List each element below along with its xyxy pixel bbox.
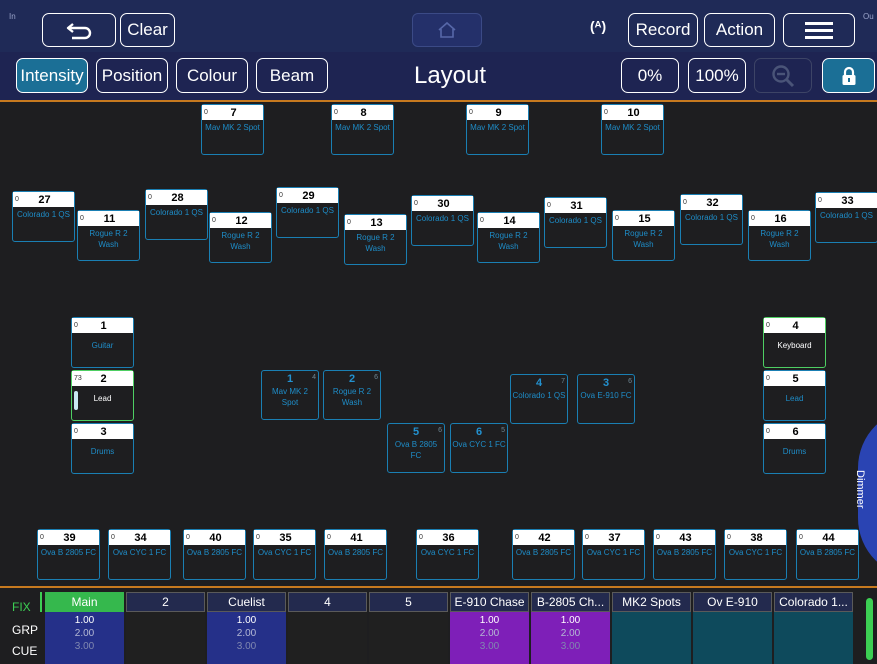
side-indicator xyxy=(40,592,42,612)
fixture-8[interactable]: 0 8 Mav MK 2 Spot xyxy=(331,104,394,155)
tab-intensity[interactable]: Intensity xyxy=(16,58,88,93)
undo-button[interactable] xyxy=(42,13,116,47)
home-icon xyxy=(438,21,456,38)
group-3[interactable]: 3 6 Ova E-910 FC xyxy=(577,374,635,424)
fixture-36[interactable]: 0 36 Ova CYC 1 FC xyxy=(416,529,479,580)
fixture-43[interactable]: 0 43 Ova B 2805 FC xyxy=(653,529,716,580)
fixture-16[interactable]: 0 16 Rogue R 2 Wash xyxy=(748,210,811,261)
tab-colour[interactable]: Colour xyxy=(176,58,248,93)
fixture-12[interactable]: 0 12 Rogue R 2 Wash xyxy=(209,212,272,263)
playback-scrollbar[interactable] xyxy=(866,598,873,660)
playback-main[interactable]: Main 1.00 2.00 3.00 xyxy=(45,592,124,664)
zero-percent-button[interactable]: 0% xyxy=(621,58,679,93)
playback-b2805-chase[interactable]: B-2805 Ch... 1.00 2.00 3.00 xyxy=(531,592,610,664)
fixture-9[interactable]: 0 9 Mav MK 2 Spot xyxy=(466,104,529,155)
fixture-30[interactable]: 0 30 Colorado 1 QS xyxy=(411,195,474,246)
fixture-2[interactable]: 73 2 Lead xyxy=(71,370,134,421)
fixture-6[interactable]: 0 6 Drums xyxy=(763,423,826,474)
full-percent-button[interactable]: 100% xyxy=(688,58,746,93)
fixture-38[interactable]: 0 38 Ova CYC 1 FC xyxy=(724,529,787,580)
record-button[interactable]: Record xyxy=(628,13,698,47)
group-4[interactable]: 4 7 Colorado 1 QS xyxy=(510,374,568,424)
fixture-5[interactable]: 0 5 Lead xyxy=(763,370,826,421)
group-1[interactable]: 1 4 Mav MK 2 Spot xyxy=(261,370,319,420)
menu-icon xyxy=(805,22,833,39)
fixture-32[interactable]: 0 32 Colorado 1 QS xyxy=(680,194,743,245)
fixture-37[interactable]: 0 37 Ova CYC 1 FC xyxy=(582,529,645,580)
fixture-29[interactable]: 0 29 Colorado 1 QS xyxy=(276,187,339,238)
radio-signal-icon: (ᴬ) xyxy=(590,18,607,34)
playback-5[interactable]: 5 xyxy=(369,592,448,664)
playback-mk2-spots[interactable]: MK2 Spots xyxy=(612,592,691,664)
zoom-out-icon xyxy=(772,64,795,87)
playback-colorado[interactable]: Colorado 1... xyxy=(774,592,853,664)
fixture-40[interactable]: 0 40 Ova B 2805 FC xyxy=(183,529,246,580)
page-title: Layout xyxy=(413,62,487,89)
tab-beam[interactable]: Beam xyxy=(256,58,328,93)
clear-button[interactable]: Clear xyxy=(120,13,175,47)
undo-icon xyxy=(66,23,92,40)
fixture-34[interactable]: 0 34 Ova CYC 1 FC xyxy=(108,529,171,580)
group-5[interactable]: 5 6 Ova B 2805 FC xyxy=(387,423,445,473)
playback-4[interactable]: 4 xyxy=(288,592,367,664)
group-2[interactable]: 2 6 Rogue R 2 Wash xyxy=(323,370,381,420)
fixture-33[interactable]: 0 33 Colorado 1 QS xyxy=(815,192,877,243)
fixture-31[interactable]: 0 31 Colorado 1 QS xyxy=(544,197,607,248)
side-label-cue[interactable]: CUE xyxy=(12,644,37,658)
tab-position[interactable]: Position xyxy=(96,58,168,93)
fixture-42[interactable]: 0 42 Ova B 2805 FC xyxy=(512,529,575,580)
fixture-3[interactable]: 0 3 Drums xyxy=(71,423,134,474)
fixture-10[interactable]: 0 10 Mav MK 2 Spot xyxy=(601,104,664,155)
lock-button[interactable] xyxy=(822,58,875,93)
playback-e910-chase[interactable]: E-910 Chase 1.00 2.00 3.00 xyxy=(450,592,529,664)
fixture-15[interactable]: 0 15 Rogue R 2 Wash xyxy=(612,210,675,261)
group-6[interactable]: 6 5 Ova CYC 1 FC xyxy=(450,423,508,473)
fixture-39[interactable]: 0 39 Ova B 2805 FC xyxy=(37,529,100,580)
input-corner-label: In xyxy=(9,12,16,21)
playback-cuelist[interactable]: Cuelist 1.00 2.00 3.00 xyxy=(207,592,286,664)
top-bar: In Clear (ᴬ) Record Action Ou xyxy=(0,0,877,52)
fixture-13[interactable]: 0 13 Rogue R 2 Wash xyxy=(344,214,407,265)
fixture-44[interactable]: 0 44 Ova B 2805 FC xyxy=(796,529,859,580)
playback-2[interactable]: 2 xyxy=(126,592,205,664)
layout-stage: 0 7 Mav MK 2 Spot 0 8 Mav MK 2 Spot 0 9 Mav MK… xyxy=(0,104,877,586)
fixture-7[interactable]: 0 7 Mav MK 2 Spot xyxy=(201,104,264,155)
playback-bar: FIX GRP CUE Main 1.00 2.00 3.00 2 Cuelist 1.… xyxy=(0,586,877,664)
home-button[interactable] xyxy=(412,13,482,47)
action-button[interactable]: Action xyxy=(704,13,775,47)
playback-ov-e910[interactable]: Ov E-910 xyxy=(693,592,772,664)
output-corner-label: Ou xyxy=(863,12,874,21)
menu-button[interactable] xyxy=(783,13,855,47)
side-label-grp[interactable]: GRP xyxy=(12,623,38,637)
fixture-35[interactable]: 0 35 Ova CYC 1 FC xyxy=(253,529,316,580)
side-label-fix[interactable]: FIX xyxy=(12,600,31,614)
attribute-toolbar: Intensity Position Colour Beam Layout 0%… xyxy=(0,52,877,102)
fixture-41[interactable]: 0 41 Ova B 2805 FC xyxy=(324,529,387,580)
fixture-14[interactable]: 0 14 Rogue R 2 Wash xyxy=(477,212,540,263)
fixture-28[interactable]: 0 28 Colorado 1 QS xyxy=(145,189,208,240)
zoom-out-button[interactable] xyxy=(754,58,812,93)
lock-icon xyxy=(842,66,855,85)
fixture-4[interactable]: 0 4 Keyboard xyxy=(763,317,826,368)
fixture-1[interactable]: 0 1 Guitar xyxy=(71,317,134,368)
fixture-27[interactable]: 0 27 Colorado 1 QS xyxy=(12,191,75,242)
fixture-11[interactable]: 0 11 Rogue R 2 Wash xyxy=(77,210,140,261)
